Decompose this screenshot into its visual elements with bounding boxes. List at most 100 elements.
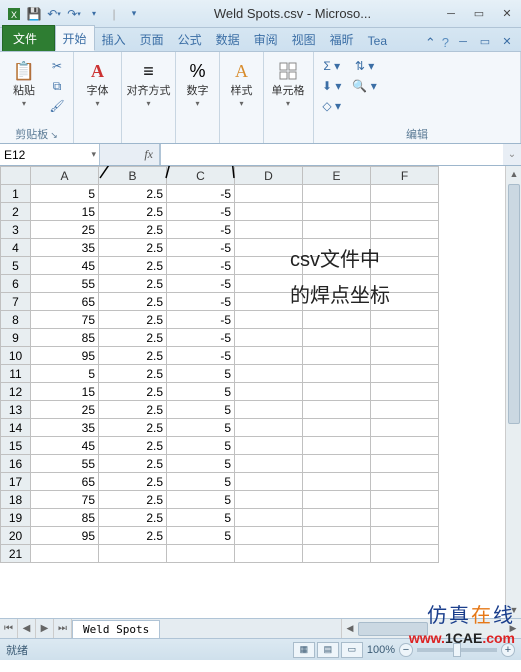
cell[interactable]: 95 [31,347,99,365]
zoom-out-button[interactable]: − [399,643,413,657]
column-header[interactable]: A [31,167,99,185]
cell[interactable]: 2.5 [99,221,167,239]
row-header[interactable]: 3 [1,221,31,239]
cell[interactable]: 5 [167,491,235,509]
cell[interactable]: 5 [31,365,99,383]
maximize-button[interactable]: ▭ [465,4,493,24]
cell[interactable] [235,473,303,491]
row-header[interactable]: 8 [1,311,31,329]
cell[interactable] [303,311,371,329]
cell[interactable] [167,545,235,563]
cell[interactable] [303,401,371,419]
cell[interactable]: -5 [167,185,235,203]
cell[interactable] [371,365,439,383]
view-page-layout-icon[interactable]: ▤ [317,642,339,658]
sheet-nav-last-icon[interactable]: ⏭ [54,619,72,638]
cell[interactable]: 2.5 [99,491,167,509]
row-header[interactable]: 15 [1,437,31,455]
tab-file[interactable]: 文件▾ [2,25,55,51]
qat-dropdown-icon[interactable]: ▾ [126,6,142,22]
cell[interactable] [303,347,371,365]
doc-restore-icon[interactable]: ▭ [477,35,493,48]
cell[interactable]: 15 [31,203,99,221]
cell[interactable]: 2.5 [99,257,167,275]
cell[interactable] [303,383,371,401]
number-button[interactable]: % 数字 ▾ [180,55,215,108]
zoom-slider-thumb[interactable] [453,643,461,657]
undo-icon[interactable]: ↶▾ [46,6,62,22]
cell[interactable] [371,437,439,455]
cell[interactable]: -5 [167,293,235,311]
cell[interactable] [371,473,439,491]
cell[interactable] [371,311,439,329]
doc-close-icon[interactable]: ✕ [499,35,515,48]
cell[interactable] [371,275,439,293]
cell[interactable]: -5 [167,221,235,239]
cell[interactable]: 75 [31,491,99,509]
font-button[interactable]: A 字体 ▾ [78,55,117,108]
cell[interactable]: 2.5 [99,311,167,329]
cell[interactable]: 2.5 [99,275,167,293]
zoom-in-button[interactable]: + [501,643,515,657]
scroll-left-icon[interactable]: ◀ [342,619,358,638]
row-header[interactable]: 14 [1,419,31,437]
cell[interactable]: 2.5 [99,365,167,383]
cell[interactable] [235,527,303,545]
cell[interactable]: 5 [167,473,235,491]
cell[interactable]: -5 [167,329,235,347]
row-header[interactable]: 19 [1,509,31,527]
column-header[interactable]: D [235,167,303,185]
cell[interactable] [235,545,303,563]
column-header[interactable]: C [167,167,235,185]
cell[interactable]: 2.5 [99,203,167,221]
ribbon-minimize-icon[interactable]: ⌃ [425,35,436,51]
sheet-nav-next-icon[interactable]: ▶ [36,619,54,638]
cell[interactable]: 65 [31,293,99,311]
cell[interactable] [31,545,99,563]
row-header[interactable]: 4 [1,239,31,257]
row-header[interactable]: 10 [1,347,31,365]
clear-icon[interactable]: ◇ ▾ [322,97,341,115]
cell[interactable] [303,437,371,455]
cell[interactable] [99,545,167,563]
cell[interactable]: 25 [31,221,99,239]
cell[interactable]: 15 [31,383,99,401]
cell[interactable]: -5 [167,347,235,365]
cell[interactable] [235,491,303,509]
cell[interactable] [303,203,371,221]
cell[interactable]: 2.5 [99,419,167,437]
cell[interactable]: 85 [31,329,99,347]
cell[interactable]: -5 [167,203,235,221]
row-header[interactable]: 6 [1,275,31,293]
tab-page-layout[interactable]: 页面 [133,27,171,51]
column-header[interactable]: F [371,167,439,185]
cell[interactable] [235,419,303,437]
cell[interactable] [235,203,303,221]
vertical-scrollbar[interactable]: ▲ ▼ [505,166,521,618]
doc-minimize-icon[interactable]: ─ [455,35,471,48]
cell[interactable]: 55 [31,455,99,473]
cell[interactable]: 2.5 [99,293,167,311]
cell[interactable] [303,257,371,275]
zoom-slider[interactable] [417,648,497,652]
cell[interactable] [235,365,303,383]
cell[interactable]: 45 [31,257,99,275]
cell[interactable] [371,185,439,203]
scroll-down-icon[interactable]: ▼ [506,602,521,618]
sheet-tab[interactable]: Weld Spots [72,620,160,638]
cell[interactable]: 2.5 [99,473,167,491]
tab-foxit[interactable]: 福昕 [323,27,361,51]
cell[interactable] [371,239,439,257]
cell[interactable] [235,383,303,401]
cells-button[interactable]: 单元格 ▾ [268,55,308,108]
cell[interactable]: 2.5 [99,509,167,527]
cell[interactable] [235,509,303,527]
cell[interactable]: 2.5 [99,239,167,257]
cell[interactable]: 5 [31,185,99,203]
cell[interactable] [303,365,371,383]
sheet-nav-prev-icon[interactable]: ◀ [18,619,36,638]
cell[interactable]: 85 [31,509,99,527]
cell[interactable]: 2.5 [99,527,167,545]
cell[interactable] [371,509,439,527]
cell[interactable]: 5 [167,419,235,437]
